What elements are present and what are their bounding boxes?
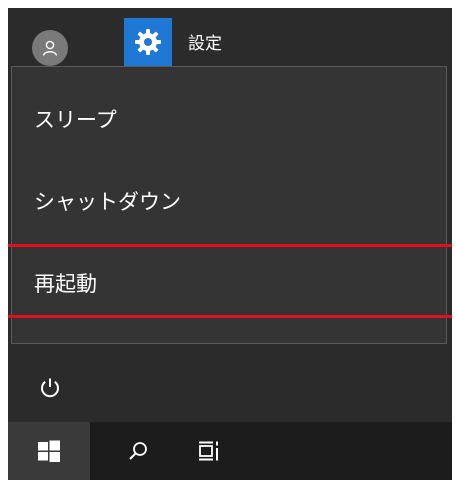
person-icon (42, 40, 58, 56)
power-options-menu: スリープ シャットダウン 再起動 (11, 66, 447, 344)
start-menu-top-strip: 設定 (8, 8, 452, 66)
menu-item-label: スリープ (34, 108, 117, 132)
windows-logo-icon (38, 440, 60, 462)
power-icon (41, 378, 59, 398)
settings-label[interactable]: 設定 (188, 32, 222, 56)
menu-item-restart[interactable]: 再起動 (12, 245, 446, 321)
power-row (8, 354, 452, 420)
menu-item-shutdown[interactable]: シャットダウン (12, 163, 446, 239)
start-button[interactable] (8, 422, 90, 480)
menu-item-sleep[interactable]: スリープ (12, 81, 446, 157)
task-view-button[interactable] (180, 422, 240, 480)
menu-item-label: シャットダウン (34, 190, 181, 214)
gear-icon (135, 29, 161, 55)
task-view-icon (199, 441, 218, 461)
user-avatar-icon[interactable] (32, 30, 68, 66)
search-button[interactable] (108, 422, 168, 480)
search-icon (129, 442, 147, 460)
power-button[interactable] (32, 370, 68, 406)
settings-tile[interactable] (124, 18, 172, 66)
start-menu-window: 設定 スリープ シャットダウン 再起動 (8, 8, 452, 480)
menu-item-label: 再起動 (34, 272, 97, 296)
taskbar (8, 422, 452, 480)
